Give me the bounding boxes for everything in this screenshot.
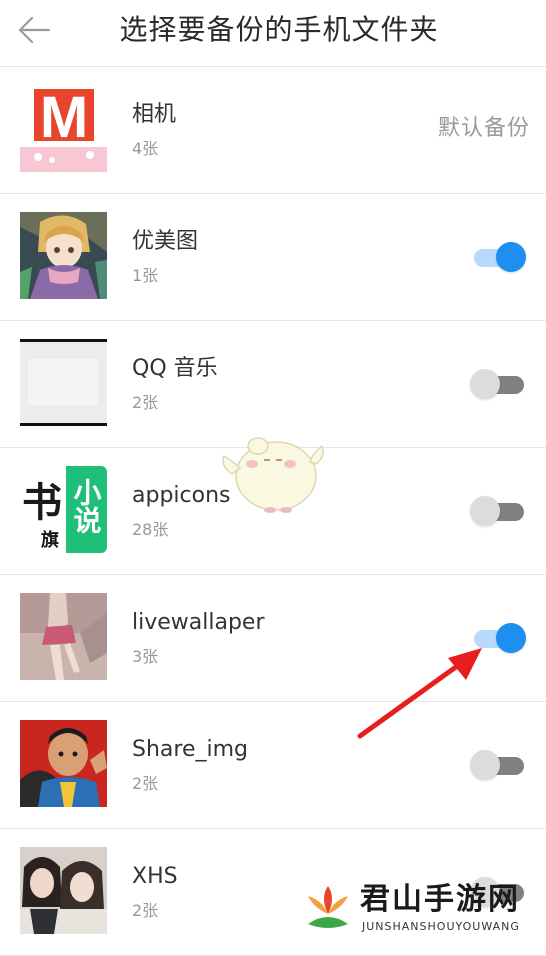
photo-count: 2张 [132, 901, 159, 920]
folder-name: 优美图 [132, 229, 199, 254]
folder-row-camera[interactable]: M 相机 4张 默认备份 [0, 67, 546, 194]
m-logo-thumbnail: M [20, 85, 107, 172]
photo-count: 4张 [132, 139, 159, 158]
photo-count: 28张 [132, 520, 169, 539]
toggle-knob [470, 496, 500, 526]
backup-toggle[interactable] [470, 369, 526, 399]
folder-row-youmeitu[interactable]: 优美图 1张 [0, 194, 546, 321]
watermark-title: 君山手游网 [360, 882, 520, 917]
photo-girls-thumbnail [20, 847, 107, 934]
backup-toggle[interactable] [470, 750, 526, 780]
folder-name: QQ 音乐 [132, 356, 218, 381]
app-header: 选择要备份的手机文件夹 [0, 0, 546, 67]
page-title: 选择要备份的手机文件夹 [119, 13, 439, 46]
mascot-icon [222, 437, 324, 513]
novel-left-glyph: 书 [22, 480, 62, 526]
folder-name: Share_img [132, 737, 248, 762]
novel-app-icon-thumbnail: 书 旗 小说 [20, 466, 107, 553]
toggle-knob [470, 369, 500, 399]
blank-image-thumbnail [20, 339, 107, 426]
photo-count: 2张 [132, 774, 159, 793]
folder-name: appicons [132, 483, 231, 508]
annotation-arrow-icon [357, 648, 482, 739]
photo-count: 3张 [132, 647, 159, 666]
default-backup-label: 默认备份 [437, 116, 530, 141]
m-logo-text: M [40, 85, 88, 150]
photo-count: 2张 [132, 393, 159, 412]
watermark: 君山手游网 JUNSHANSHOUYOUWANG [300, 878, 540, 938]
folder-name: livewallaper [132, 610, 265, 635]
backup-toggle[interactable] [470, 242, 526, 272]
novel-right-glyph: 小说 [70, 478, 103, 535]
wallpaper-thumbnail [20, 593, 107, 680]
cartoon-man-thumbnail [20, 720, 107, 807]
novel-sub-glyph: 旗 [41, 529, 59, 551]
backup-toggle[interactable] [470, 496, 526, 526]
toggle-knob [470, 750, 500, 780]
folder-name: XHS [132, 864, 178, 889]
watermark-logo-icon [302, 882, 354, 934]
folder-name: 相机 [132, 102, 177, 127]
watermark-subtitle: JUNSHANSHOUYOUWANG [362, 920, 520, 933]
toggle-knob [496, 242, 526, 272]
photo-count: 1张 [132, 266, 159, 285]
toggle-knob [496, 623, 526, 653]
anime-girl-thumbnail [20, 212, 107, 299]
